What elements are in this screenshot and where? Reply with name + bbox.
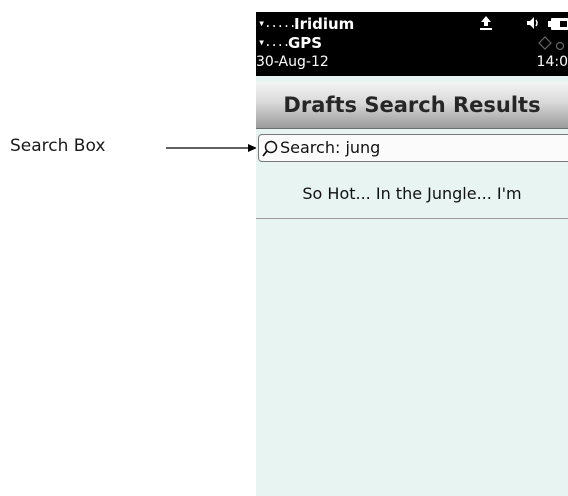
time-display: 14:0 <box>536 54 568 70</box>
search-input[interactable]: Search: jung <box>258 134 568 162</box>
page-title: Drafts Search Results <box>283 93 541 117</box>
status-row-iridium: ▾..... Iridium <box>256 15 568 33</box>
page-title-bar: Drafts Search Results <box>256 82 568 129</box>
status-row-gps: ▾.... GPS <box>256 34 568 52</box>
date-display: 30-Aug-12 <box>256 54 329 70</box>
battery-icon <box>548 18 568 30</box>
gps-label: GPS <box>288 34 323 52</box>
result-item-label: So Hot... In the Jungle... I'm <box>302 184 522 203</box>
gps-icon <box>538 36 565 51</box>
search-icon <box>262 140 278 157</box>
network-name: Iridium <box>294 15 355 33</box>
device-screen: ▾..... Iridium ▾.... GPS 30-Aug-12 14:0 … <box>256 12 568 496</box>
gps-signal-icon: ▾.... <box>258 35 290 49</box>
volume-icon <box>527 17 538 29</box>
upload-icon <box>480 16 492 30</box>
list-item[interactable]: So Hot... In the Jungle... I'm <box>256 174 568 219</box>
search-query-text: Search: jung <box>280 138 381 157</box>
satellite-signal-icon: ▾..... <box>258 16 296 30</box>
status-row-datetime: 30-Aug-12 14:0 <box>256 53 568 71</box>
status-bar: ▾..... Iridium ▾.... GPS 30-Aug-12 14:0 <box>256 12 568 76</box>
